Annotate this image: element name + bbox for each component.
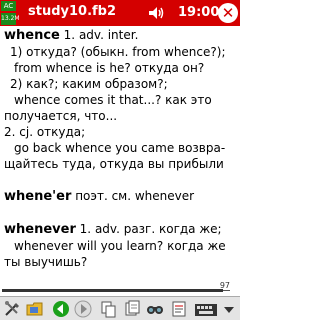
pages-icon[interactable] xyxy=(124,299,142,319)
page-number: 97 xyxy=(219,281,230,290)
folder-icon[interactable] xyxy=(26,299,44,319)
text-line: whenever will you learn? когда же xyxy=(14,239,226,253)
keyboard-icon[interactable] xyxy=(194,299,218,319)
input-menu-arrow-icon[interactable] xyxy=(222,299,236,319)
text-line: 2) как?; каким образом?; xyxy=(10,77,168,91)
tools-icon[interactable] xyxy=(3,299,21,319)
text-line: щайтесь туда, откуда вы прибыли xyxy=(4,157,224,171)
back-icon[interactable] xyxy=(52,299,70,319)
speaker-icon[interactable] xyxy=(148,6,164,20)
bottom-toolbar xyxy=(0,296,240,320)
window-title: study10.fb2 xyxy=(28,4,117,19)
text-line: ты выучишь? xyxy=(4,255,88,269)
headword: whence xyxy=(4,28,60,43)
text-line: go back whence you came возвра- xyxy=(14,141,226,155)
headword: whene'er xyxy=(4,189,72,204)
headword: whenever xyxy=(4,222,76,237)
text-line: получается, что... xyxy=(4,109,118,123)
bookmark-icon[interactable] xyxy=(170,299,188,319)
book-text: whence 1. adv. inter. 1) откуда? (обыкн.… xyxy=(0,27,234,283)
ac-indicator: AC xyxy=(1,1,16,11)
find-icon[interactable] xyxy=(146,299,164,319)
memory-indicator: 13.2M xyxy=(1,13,20,25)
text-line: whene'er поэт. см. whenever xyxy=(4,189,195,204)
text-line: whence 1. adv. inter. xyxy=(4,28,139,43)
clock[interactable]: 19:00 xyxy=(178,5,219,20)
text-line: 1) откуда? (обыкн. from whence?); xyxy=(10,45,226,59)
text-line: whence comes it that...? как это xyxy=(14,93,212,107)
reading-progress[interactable]: 97 xyxy=(2,281,238,295)
forward-icon[interactable] xyxy=(74,299,92,319)
copy-icon[interactable] xyxy=(100,299,118,319)
text-line: 2. cj. откуда; xyxy=(4,125,86,139)
text-line: from whence is he? откуда он? xyxy=(14,61,205,75)
battery-status: AC 13.2M xyxy=(1,1,20,25)
title-bar: AC 13.2M study10.fb2 19:00 ✕ xyxy=(0,0,240,26)
close-button[interactable]: ✕ xyxy=(218,3,238,23)
text-line: whenever 1. adv. разг. когда же; xyxy=(4,222,222,237)
progress-fill xyxy=(2,289,224,292)
